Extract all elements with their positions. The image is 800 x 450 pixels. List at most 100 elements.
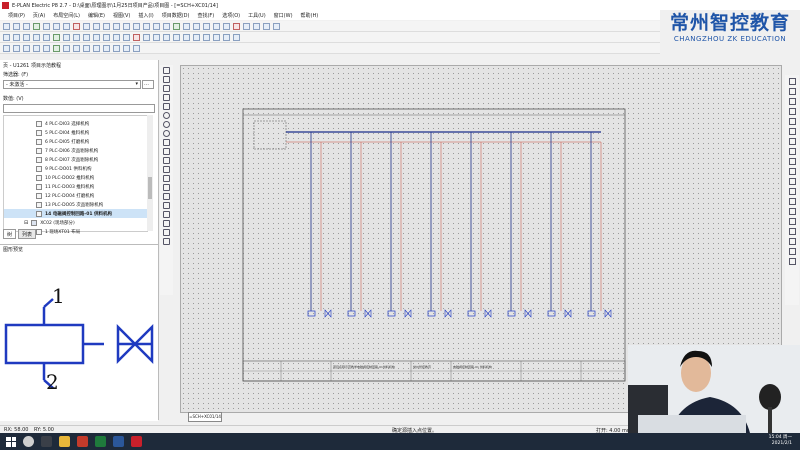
lamp-icon[interactable] xyxy=(73,44,80,52)
zoom-window-icon[interactable] xyxy=(133,22,140,30)
check-icon[interactable] xyxy=(233,22,240,30)
layer-icon[interactable] xyxy=(173,22,180,30)
hatch-icon[interactable] xyxy=(163,193,170,200)
zoom-in-icon[interactable] xyxy=(113,22,120,30)
settings-icon[interactable] xyxy=(273,22,280,30)
menu-item-options[interactable]: 选项(O) xyxy=(222,12,240,19)
ellipse-draw-icon[interactable] xyxy=(163,121,170,128)
redo-icon[interactable] xyxy=(93,22,100,30)
menu-item-find[interactable]: 查找(F) xyxy=(197,12,214,19)
copy-icon[interactable] xyxy=(53,22,60,30)
symbol-icon[interactable] xyxy=(43,33,50,41)
sector-icon[interactable] xyxy=(163,139,170,146)
structure-box-icon[interactable] xyxy=(73,33,80,41)
menu-item-insert[interactable]: 插入(I) xyxy=(138,12,153,19)
corner-right-down-icon[interactable] xyxy=(788,78,796,85)
valve-icon[interactable] xyxy=(83,44,90,52)
filter-dropdown[interactable]: - 未激活 - ▾ xyxy=(3,80,141,89)
transformer-icon[interactable] xyxy=(93,44,100,52)
excel-icon[interactable] xyxy=(95,436,106,447)
menu-item-layout-space[interactable]: 布局空间(L) xyxy=(53,12,80,19)
print-icon[interactable] xyxy=(33,22,40,30)
arc-draw-icon[interactable] xyxy=(163,130,170,137)
polyline-icon[interactable] xyxy=(163,85,170,92)
ground-icon[interactable] xyxy=(788,248,796,255)
tree-item[interactable]: 7 PLC-DI06 次品剔除机构 xyxy=(4,146,147,155)
message-icon[interactable] xyxy=(133,44,140,52)
device-icon[interactable] xyxy=(53,33,60,41)
menu-item-page[interactable]: 页(A) xyxy=(33,12,45,19)
tree-item[interactable]: 12 PLC-DO04 打磨机构 xyxy=(4,191,147,200)
tree-item[interactable]: 13 PLC-DO05 次品剔除机构 xyxy=(4,200,147,209)
t-node-icon[interactable] xyxy=(113,33,120,41)
terminal-icon[interactable] xyxy=(13,33,20,41)
t-node-down-icon[interactable] xyxy=(788,118,796,125)
rotate-icon[interactable] xyxy=(213,33,220,41)
black-box-icon[interactable] xyxy=(63,33,70,41)
undo-icon[interactable] xyxy=(83,22,90,30)
text-icon[interactable] xyxy=(173,33,180,41)
properties-icon[interactable] xyxy=(183,22,190,30)
tree-item[interactable]: 10 PLC-DO02 推料机构 xyxy=(4,173,147,182)
switch-icon[interactable] xyxy=(53,44,60,52)
connection-icon[interactable] xyxy=(3,33,10,41)
pe-icon[interactable] xyxy=(788,258,796,265)
dimension-draw-icon[interactable] xyxy=(163,184,170,191)
zoom-all-icon[interactable] xyxy=(143,22,150,30)
plc-icon[interactable] xyxy=(33,33,40,41)
t-node-up-icon[interactable] xyxy=(788,128,796,135)
tree-item-selected[interactable]: 14 电磁阀控制回路-01 供料机构 xyxy=(4,209,147,218)
cross-ref-icon[interactable] xyxy=(103,44,110,52)
polygon-icon[interactable] xyxy=(163,103,170,110)
tree-item[interactable]: 11 PLC-DO03 推料机构 xyxy=(4,182,147,191)
menu-item-project[interactable]: 项目(P) xyxy=(8,12,25,19)
new-icon[interactable] xyxy=(3,22,10,30)
line-draw-icon[interactable] xyxy=(163,76,170,83)
plug-icon[interactable] xyxy=(13,44,20,52)
value-input[interactable] xyxy=(3,104,155,113)
sheet-tab[interactable]: =SCH+XC01/14 xyxy=(188,412,222,422)
delete-icon[interactable] xyxy=(73,22,80,30)
graphic-preview-icon[interactable] xyxy=(123,44,130,52)
redraw-icon[interactable] xyxy=(213,22,220,30)
interruption-point-icon[interactable] xyxy=(788,188,796,195)
menu-item-edit[interactable]: 编辑(E) xyxy=(88,12,105,19)
expand-icon[interactable]: ⊟ xyxy=(24,220,28,226)
pointer-icon[interactable] xyxy=(163,67,170,74)
property-icon[interactable] xyxy=(163,238,170,245)
file-explorer-icon[interactable] xyxy=(59,436,70,447)
paste-icon[interactable] xyxy=(63,22,70,30)
macro-icon[interactable] xyxy=(223,22,230,30)
find-icon[interactable] xyxy=(103,22,110,30)
snap-icon[interactable] xyxy=(163,22,170,30)
menu-item-help[interactable]: 帮助(H) xyxy=(301,12,319,19)
image-icon[interactable] xyxy=(193,33,200,41)
windows-start-icon[interactable] xyxy=(6,436,16,447)
zoom-out-icon[interactable] xyxy=(123,22,130,30)
hyperlink-icon[interactable] xyxy=(163,175,170,182)
word-icon[interactable] xyxy=(113,436,124,447)
jumper-right-icon[interactable] xyxy=(788,168,796,175)
tree-item[interactable]: 8 PLC-DI07 次品剔除机构 xyxy=(4,155,147,164)
cross-icon[interactable] xyxy=(788,158,796,165)
save-icon[interactable] xyxy=(23,22,30,30)
video-app-icon[interactable] xyxy=(77,436,88,447)
move-icon[interactable] xyxy=(233,33,240,41)
sensor-icon[interactable] xyxy=(63,44,70,52)
circle-draw-icon[interactable] xyxy=(163,112,170,119)
angle-icon[interactable] xyxy=(788,208,796,215)
menu-item-view[interactable]: 视图(V) xyxy=(113,12,130,19)
terminal-strip-icon[interactable] xyxy=(3,44,10,52)
corner-up-left-icon[interactable] xyxy=(788,108,796,115)
rectangle-draw-icon[interactable] xyxy=(163,94,170,101)
text-draw-icon[interactable] xyxy=(163,157,170,164)
triangle-icon[interactable] xyxy=(163,220,170,227)
page-next-icon[interactable] xyxy=(203,22,210,30)
lock-icon[interactable] xyxy=(163,229,170,236)
line-icon[interactable] xyxy=(143,33,150,41)
filter-more-button[interactable]: … xyxy=(142,80,154,89)
corner-icon[interactable] xyxy=(103,33,110,41)
page-prev-icon[interactable] xyxy=(193,22,200,30)
tree-item[interactable]: 9 PLC-DO01 供料机构 xyxy=(4,164,147,173)
tab-tree[interactable]: 树 xyxy=(3,229,17,239)
